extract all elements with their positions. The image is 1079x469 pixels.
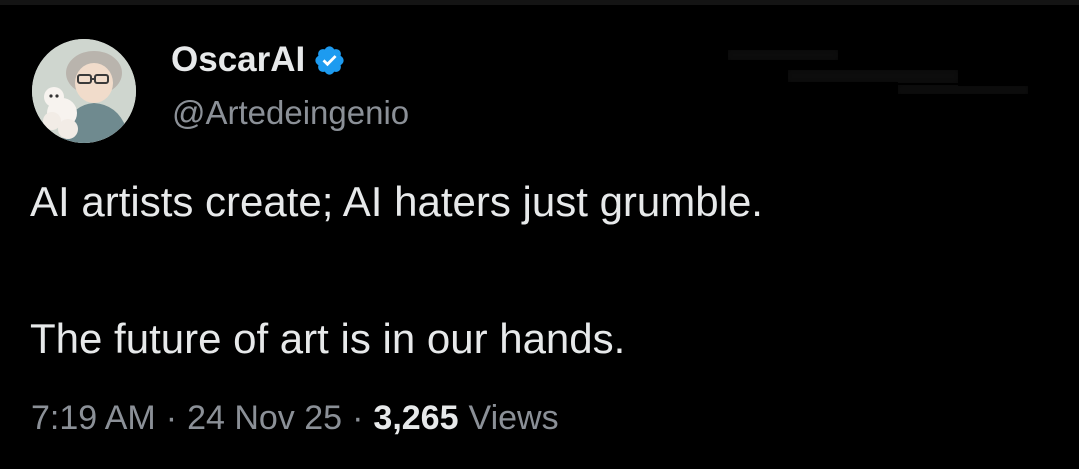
tweet-card: OscarAI @Artedeingenio AI artists create…	[0, 0, 1079, 469]
tweet-text-line: AI artists create; AI haters just grumbl…	[30, 178, 763, 225]
tweet-date[interactable]: 24 Nov 25	[187, 396, 342, 440]
display-name[interactable]: OscarAI	[171, 38, 305, 82]
author-name-row: OscarAI	[171, 38, 346, 82]
views-count[interactable]: 3,265	[373, 396, 458, 440]
meta-separator: ·	[165, 399, 178, 437]
tweet-meta: 7:19 AM · 24 Nov 25 · 3,265 Views	[31, 396, 559, 440]
verified-badge-icon	[313, 44, 346, 77]
views-label: Views	[468, 399, 559, 437]
avatar-illustration	[32, 39, 136, 143]
tweet-text-line: The future of art is in our hands.	[30, 315, 626, 362]
avatar[interactable]	[32, 39, 136, 143]
author-handle[interactable]: @Artedeingenio	[172, 93, 409, 133]
redaction-smudge	[728, 50, 1028, 94]
meta-separator: ·	[352, 399, 364, 437]
tweet-time[interactable]: 7:19 AM	[31, 396, 156, 440]
